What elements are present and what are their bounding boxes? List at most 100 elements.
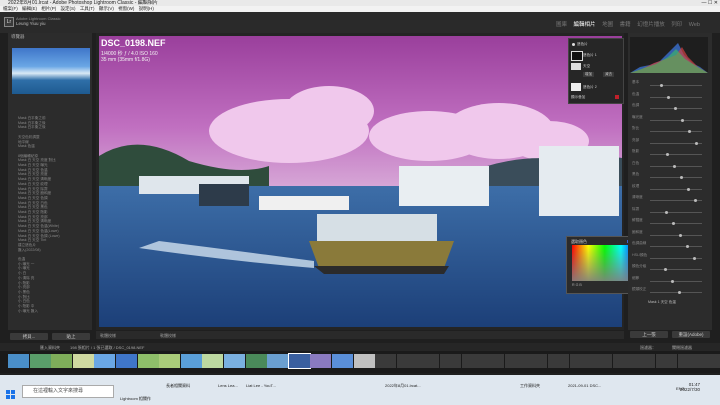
paste-button[interactable]: 貼上: [52, 333, 90, 340]
filmstrip-thumb[interactable]: [94, 354, 116, 368]
soft-proof-toggle[interactable]: 軟體校樣: [160, 333, 176, 339]
control-slider[interactable]: [650, 96, 702, 98]
slider-knob[interactable]: [688, 130, 691, 133]
menu-settings[interactable]: 設定(S): [61, 6, 76, 11]
mask2-thumb[interactable]: [571, 83, 581, 91]
module-print[interactable]: 列印: [671, 22, 682, 28]
filmstrip-thumb[interactable]: [245, 354, 267, 368]
slider-knob[interactable]: [681, 118, 684, 122]
filmstrip-empty-slot[interactable]: [634, 354, 656, 368]
filmstrip-thumb[interactable]: [287, 353, 311, 369]
history-item[interactable]: 小 曝光 匯入: [18, 309, 38, 314]
mask1-thumb[interactable]: [571, 51, 583, 61]
taskbar-app-6[interactable]: 2021-09-01 DSC...: [568, 381, 601, 391]
subtract-button[interactable]: 減去: [603, 72, 615, 77]
filmstrip-empty-slot[interactable]: [483, 354, 505, 368]
slider-knob[interactable]: [664, 268, 667, 271]
sky-thumb[interactable]: [571, 63, 581, 70]
slider-knob[interactable]: [674, 107, 677, 110]
history-item[interactable]: Mask 色溫: [18, 144, 35, 149]
control-slider[interactable]: [650, 292, 702, 293]
control-slider[interactable]: [650, 165, 702, 167]
navigator-title[interactable]: 導覽器: [11, 34, 25, 40]
filmstrip-empty-slot[interactable]: [375, 354, 397, 368]
slider-knob[interactable]: [667, 95, 670, 99]
add-button[interactable]: 增加: [583, 72, 595, 77]
menu-help[interactable]: 說明(H): [139, 6, 154, 11]
slider-knob[interactable]: [687, 187, 690, 191]
control-slider[interactable]: [650, 188, 702, 190]
filmstrip-empty-slot[interactable]: [526, 354, 548, 368]
filmstrip-thumb[interactable]: [224, 354, 245, 368]
filmstrip-empty-slot[interactable]: [591, 354, 613, 368]
filmstrip-thumb[interactable]: [267, 354, 289, 368]
filmstrip-thumb[interactable]: [29, 354, 51, 368]
taskbar-app-4[interactable]: 2022年8月01.lrcat...: [385, 381, 421, 391]
filmstrip-empty-slot[interactable]: [418, 354, 440, 368]
slider-knob[interactable]: [665, 210, 668, 214]
soft-proof-label[interactable]: 軟體校樣: [100, 333, 116, 339]
module-library[interactable]: 圖庫: [556, 22, 567, 28]
previous-button[interactable]: 上一張: [630, 331, 668, 338]
taskbar-app-3[interactable]: Liat Lee - YouT...: [246, 381, 276, 391]
slider-knob[interactable]: [666, 153, 669, 156]
input-language[interactable]: ENG: [676, 386, 685, 391]
control-slider[interactable]: [650, 177, 702, 178]
filmstrip-thumb[interactable]: [72, 354, 94, 368]
navigator-preview[interactable]: [12, 48, 90, 94]
taskbar-app-1[interactable]: 長者相關資料: [166, 381, 190, 391]
control-slider[interactable]: [650, 234, 702, 236]
filmstrip-thumb[interactable]: [51, 354, 73, 368]
slider-knob[interactable]: [673, 164, 676, 168]
windows-start-icon[interactable]: [6, 386, 15, 399]
control-slider[interactable]: [650, 119, 702, 121]
filmstrip-empty-slot[interactable]: [656, 354, 677, 368]
control-slider[interactable]: [650, 269, 702, 270]
lr-task-label[interactable]: Lightroom 相關作: [120, 396, 151, 402]
menu-edit[interactable]: 編輯(E): [22, 6, 37, 11]
mask2-label[interactable]: 遮色片 2: [583, 85, 597, 90]
control-slider[interactable]: [650, 85, 702, 86]
taskbar-search-box[interactable]: 在這裡輸入文字來搜尋: [22, 385, 114, 398]
control-slider[interactable]: [650, 223, 702, 224]
taskbar-app-2[interactable]: Lens Lea...: [218, 381, 238, 391]
slider-knob[interactable]: [660, 84, 663, 87]
slider-knob[interactable]: [695, 141, 698, 145]
filmstrip-empty-slot[interactable]: [396, 354, 418, 368]
slider-knob[interactable]: [672, 222, 675, 225]
slider-knob[interactable]: [686, 245, 689, 248]
filmstrip-thumb[interactable]: [180, 354, 202, 368]
filmstrip-empty-slot[interactable]: [504, 354, 526, 368]
module-map[interactable]: 地圖: [602, 22, 613, 28]
module-slideshow[interactable]: 幻燈片播放: [637, 22, 665, 28]
filmstrip-empty-slot[interactable]: [440, 354, 461, 368]
mask-color-swatch[interactable]: [615, 95, 619, 99]
control-slider[interactable]: [650, 131, 702, 132]
filmstrip-empty-slot[interactable]: [569, 354, 591, 368]
menu-view[interactable]: 顯示(V): [99, 6, 114, 11]
module-book[interactable]: 書籍: [620, 22, 631, 28]
menu-file[interactable]: 檔案(F): [3, 6, 18, 11]
taskbar-app-5[interactable]: 工作資料夾: [520, 381, 540, 391]
filmstrip-thumb[interactable]: [310, 354, 332, 368]
slider-knob[interactable]: [680, 176, 683, 179]
sky-label[interactable]: 天空: [583, 64, 590, 69]
filmstrip-thumb[interactable]: [116, 354, 137, 368]
control-slider[interactable]: [650, 280, 702, 282]
control-slider[interactable]: [650, 154, 702, 155]
filmstrip-empty-slot[interactable]: [612, 354, 634, 368]
filmstrip-empty-slot[interactable]: [699, 354, 720, 368]
slider-knob[interactable]: [678, 291, 681, 294]
module-web[interactable]: Web: [689, 22, 700, 28]
slider-knob[interactable]: [679, 233, 682, 237]
module-develop[interactable]: 編輯相片: [574, 22, 596, 28]
histogram[interactable]: [630, 37, 708, 73]
reset-button[interactable]: 重設(Adobe): [672, 331, 710, 338]
show-overlay-toggle[interactable]: 顯示疊加: [571, 95, 585, 100]
filmstrip-empty-slot[interactable]: [461, 354, 483, 368]
slider-knob[interactable]: [694, 199, 697, 202]
filmstrip-empty-slot[interactable]: [677, 354, 699, 368]
menu-window[interactable]: 視窗(W): [118, 6, 134, 11]
control-slider[interactable]: [650, 211, 702, 213]
slider-knob[interactable]: [671, 279, 674, 283]
